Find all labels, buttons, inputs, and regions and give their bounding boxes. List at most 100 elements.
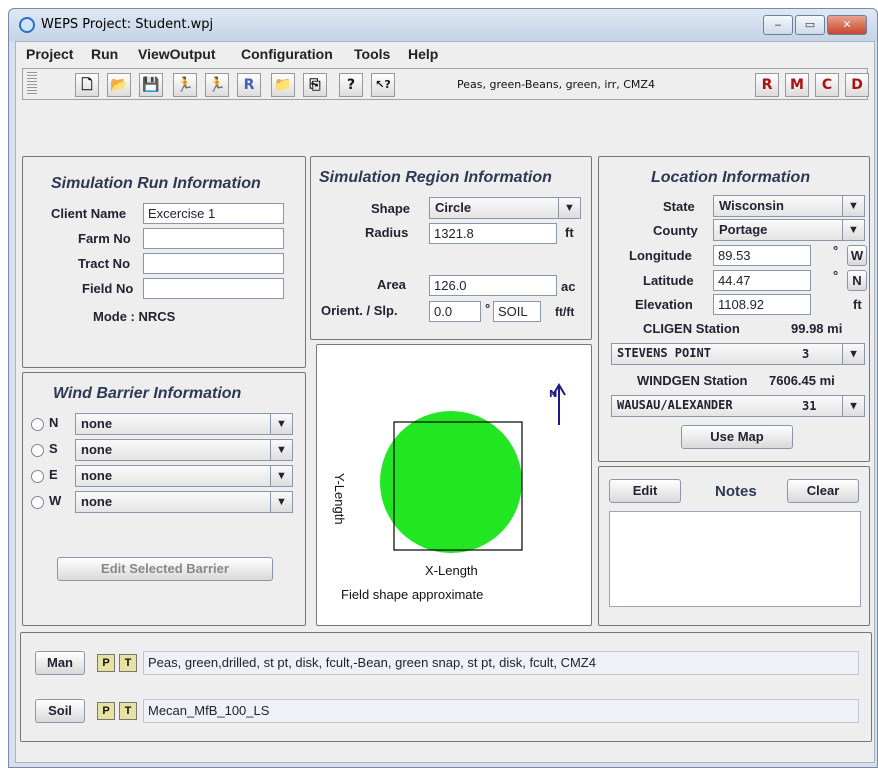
latitude-label: Latitude: [643, 273, 694, 288]
man-button[interactable]: Man: [35, 651, 85, 675]
simulation-run-panel: Simulation Run Information Client Name E…: [22, 156, 306, 368]
area-input[interactable]: 126.0: [429, 275, 557, 296]
barrier-select-w[interactable]: none ▼: [75, 491, 293, 513]
chevron-down-icon[interactable]: ▼: [270, 466, 292, 486]
barrier-select-n[interactable]: none ▼: [75, 413, 293, 435]
simulation-region-title: Simulation Region Information: [319, 169, 552, 186]
report-r-icon[interactable]: R: [755, 73, 779, 97]
radius-input[interactable]: 1321.8: [429, 223, 557, 244]
copy-icon[interactable]: ⎘: [303, 73, 327, 97]
menu-bar: Project Run ViewOutput Configuration Too…: [16, 42, 874, 66]
chevron-down-icon[interactable]: ▼: [842, 196, 864, 216]
barrier-select-e[interactable]: none ▼: [75, 465, 293, 487]
windgen-station-select[interactable]: WAUSAU/ALEXANDER 31 ▼: [611, 395, 865, 417]
windgen-distance: 7606.45 mi: [769, 373, 835, 388]
field-no-input[interactable]: [143, 278, 284, 299]
barrier-radio-w[interactable]: [31, 496, 44, 509]
cligen-station-select[interactable]: STEVENS POINT 3 ▼: [611, 343, 865, 365]
barrier-value-w: none: [81, 494, 113, 509]
run-icon[interactable]: 🏃: [173, 73, 197, 97]
barrier-dir-e: E: [49, 467, 58, 482]
chevron-down-icon[interactable]: ▼: [842, 220, 864, 240]
barrier-radio-n[interactable]: [31, 418, 44, 431]
minimize-button[interactable]: ‒: [763, 15, 793, 35]
man-p-icon[interactable]: P: [97, 654, 115, 672]
menu-project[interactable]: Project: [26, 46, 73, 62]
chevron-down-icon[interactable]: ▼: [842, 344, 864, 364]
toolbar-status-text: Peas, green-Beans, green, irr, CMZ4: [457, 78, 655, 91]
chevron-down-icon[interactable]: ▼: [270, 414, 292, 434]
open-folder-icon[interactable]: 📂: [107, 73, 131, 97]
slope-unit: ft/ft: [555, 305, 575, 319]
report-d-icon[interactable]: D: [845, 73, 869, 97]
latitude-degree: °: [833, 268, 839, 283]
windgen-station-name: WAUSAU/ALEXANDER: [617, 398, 733, 412]
notes-textarea[interactable]: [609, 511, 861, 607]
menu-viewoutput[interactable]: ViewOutput: [138, 46, 216, 62]
new-file-icon[interactable]: 🗋: [75, 73, 99, 97]
run-batch-icon[interactable]: 🏃: [205, 73, 229, 97]
close-button[interactable]: ✕: [827, 15, 867, 35]
barrier-value-s: none: [81, 442, 113, 457]
report-c-icon[interactable]: C: [815, 73, 839, 97]
save-icon[interactable]: 💾: [139, 73, 163, 97]
soil-t-icon[interactable]: T: [119, 702, 137, 720]
app-window: WEPS Project: Student.wpj ‒ ▭ ✕ Project …: [8, 8, 878, 768]
client-name-label: Client Name: [51, 206, 127, 221]
menu-run[interactable]: Run: [91, 46, 118, 62]
location-title: Location Information: [651, 169, 811, 186]
soil-button[interactable]: Soil: [35, 699, 85, 723]
menu-tools[interactable]: Tools: [354, 46, 390, 62]
windgen-station-label: WINDGEN Station: [637, 373, 748, 388]
main-content: Project Run ViewOutput Configuration Too…: [15, 41, 875, 763]
cligen-distance: 99.98 mi: [791, 321, 843, 336]
man-t-icon[interactable]: T: [119, 654, 137, 672]
report-m-icon[interactable]: M: [785, 73, 809, 97]
county-select[interactable]: Portage ▼: [713, 219, 865, 241]
elevation-input[interactable]: 1108.92: [713, 294, 811, 315]
longitude-input[interactable]: 89.53: [713, 245, 811, 266]
edit-selected-barrier-button[interactable]: Edit Selected Barrier: [57, 557, 273, 581]
management-file-field[interactable]: Peas, green,drilled, st pt, disk, fcult,…: [143, 651, 859, 675]
barrier-radio-e[interactable]: [31, 470, 44, 483]
chevron-down-icon[interactable]: ▼: [270, 492, 292, 512]
menu-help[interactable]: Help: [408, 46, 438, 62]
barrier-dir-w: W: [49, 493, 62, 508]
help-icon[interactable]: ?: [339, 73, 363, 97]
field-circle: [380, 411, 522, 553]
barrier-select-s[interactable]: none ▼: [75, 439, 293, 461]
menu-configuration[interactable]: Configuration: [241, 46, 333, 62]
soil-file-field[interactable]: Mecan_MfB_100_LS: [143, 699, 859, 723]
maximize-button[interactable]: ▭: [795, 15, 825, 35]
barrier-value-n: none: [81, 416, 113, 431]
cligen-station-number: 3: [802, 347, 810, 361]
latitude-input[interactable]: 44.47: [713, 270, 811, 291]
field-shape-panel: N Y-Length X-Length Field shape approxim…: [316, 344, 592, 626]
orientation-input[interactable]: 0.0: [429, 301, 481, 322]
field-no-label: Field No: [82, 281, 134, 296]
toolbar-grip[interactable]: [27, 72, 37, 96]
county-value: Portage: [719, 222, 768, 237]
context-help-icon[interactable]: ↖?: [371, 73, 395, 97]
shape-select[interactable]: Circle ▼: [429, 197, 581, 219]
elevation-label: Elevation: [635, 297, 693, 312]
client-name-input[interactable]: Excercise 1: [143, 203, 284, 224]
barrier-radio-s[interactable]: [31, 444, 44, 457]
longitude-direction-button[interactable]: W: [847, 245, 867, 266]
state-select[interactable]: Wisconsin ▼: [713, 195, 865, 217]
use-map-button[interactable]: Use Map: [681, 425, 793, 449]
chevron-down-icon[interactable]: ▼: [270, 440, 292, 460]
chevron-down-icon[interactable]: ▼: [842, 396, 864, 416]
run-r-icon[interactable]: R: [237, 73, 261, 97]
latitude-direction-button[interactable]: N: [847, 270, 867, 291]
farm-no-input[interactable]: [143, 228, 284, 249]
notes-clear-button[interactable]: Clear: [787, 479, 859, 503]
slope-soil-input[interactable]: SOIL: [493, 301, 541, 322]
radius-unit: ft: [565, 225, 574, 240]
notes-edit-button[interactable]: Edit: [609, 479, 681, 503]
soil-p-icon[interactable]: P: [97, 702, 115, 720]
tract-no-input[interactable]: [143, 253, 284, 274]
folder-icon[interactable]: 📁: [271, 73, 295, 97]
chevron-down-icon[interactable]: ▼: [558, 198, 580, 218]
longitude-label: Longitude: [629, 248, 692, 263]
